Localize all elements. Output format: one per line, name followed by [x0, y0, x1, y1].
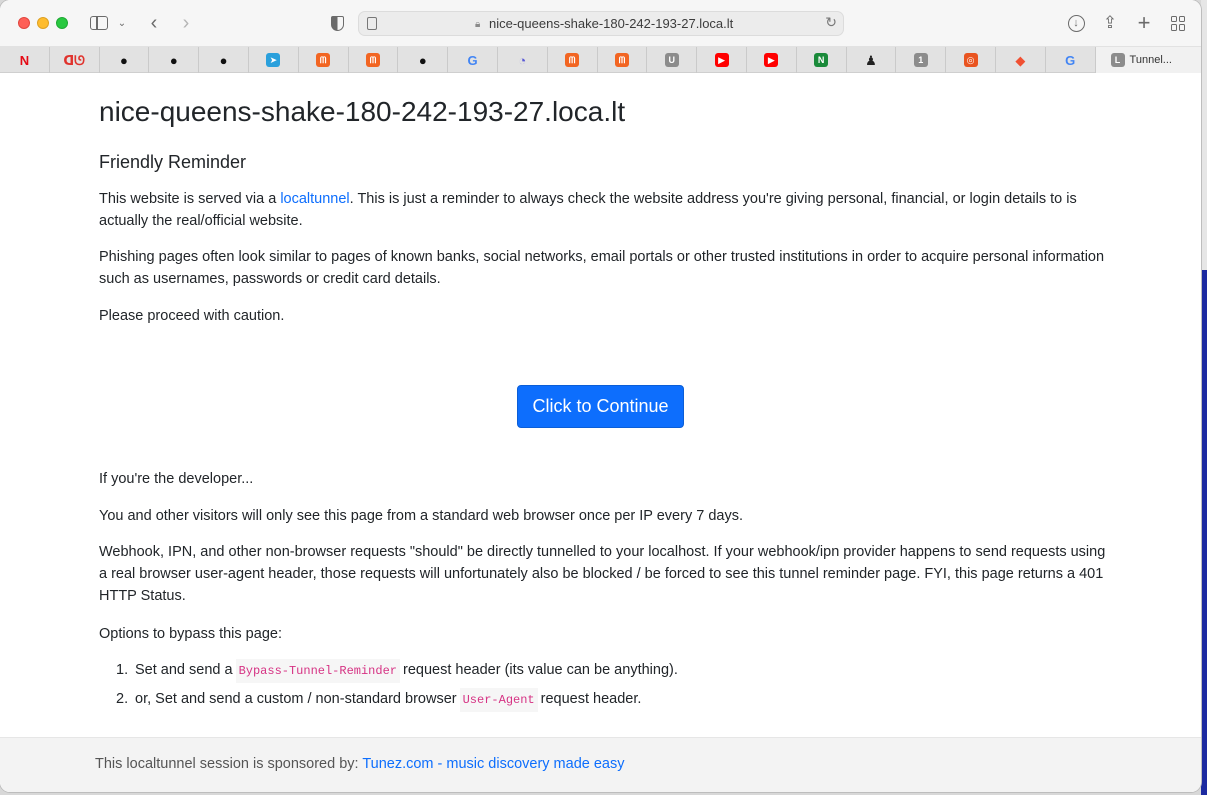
bookmark-tab[interactable]: ●: [149, 47, 200, 73]
github-icon: ●: [418, 52, 427, 68]
bookmark-tab[interactable]: ▶: [747, 47, 797, 73]
page-menu-icon[interactable]: [367, 17, 377, 30]
tab-localtunnel[interactable]: L Tunnel...: [1095, 47, 1201, 73]
footer-text: This localtunnel session is sponsored by…: [95, 756, 625, 772]
browser-window: ⌄ ‹ › 🔒︎ nice-queens-shake-180-242-193-2…: [0, 0, 1201, 792]
page-title: nice-queens-shake-180-242-193-27.loca.lt: [99, 96, 626, 127]
tab-label: Tunnel...: [1129, 54, 1172, 66]
bookmark-orange-icon: ᗰ: [614, 53, 629, 67]
bookmark-tab[interactable]: G: [1046, 47, 1096, 73]
bookmark-tab[interactable]: N: [0, 47, 50, 73]
google-icon: G: [1065, 52, 1076, 68]
bookmark-tab[interactable]: 1: [896, 47, 947, 73]
sidebar-toggle-icon[interactable]: [88, 12, 110, 34]
caution-paragraph: Please proceed with caution.: [99, 308, 285, 324]
bookmark-tab[interactable]: ▶: [697, 47, 747, 73]
bookmark-tab[interactable]: ◆: [996, 47, 1046, 73]
forward-button[interactable]: ›: [176, 12, 196, 34]
option-text: Set and send a: [135, 662, 233, 678]
github-icon: ●: [120, 52, 128, 68]
page-content: nice-queens-shake-180-242-193-27.loca.lt…: [0, 74, 1201, 792]
close-window-button[interactable]: [18, 17, 30, 29]
tab-favicon-icon: L: [1110, 53, 1125, 67]
phishing-paragraph: Phishing pages often look similar to pag…: [99, 249, 1105, 287]
bookmark-tab[interactable]: ●: [100, 47, 150, 73]
bookmark-orange-icon: ᗰ: [316, 53, 331, 67]
address-bar[interactable]: 🔒︎ nice-queens-shake-180-242-193-27.loca…: [358, 11, 844, 36]
zoom-window-button[interactable]: [56, 17, 68, 29]
intro-paragraph: This website is served via a localtunnel…: [99, 188, 1109, 232]
bookmark-tab[interactable]: ᗡᘎ: [50, 47, 100, 73]
subtitle: Friendly Reminder: [99, 152, 247, 172]
browser-toolbar: ⌄ ‹ › 🔒︎ nice-queens-shake-180-242-193-2…: [0, 0, 1201, 47]
option-text: or, Set and send a custom / non-standard…: [135, 691, 457, 707]
bookmark-tab[interactable]: G: [448, 47, 498, 73]
privacy-shield-icon[interactable]: [328, 12, 346, 34]
u-letter-icon: U: [664, 53, 679, 67]
options-heading: Options to bypass this page:: [99, 626, 282, 642]
new-tab-button[interactable]: +: [1134, 10, 1154, 35]
one-letter-icon: 1: [913, 53, 928, 67]
continue-button[interactable]: Click to Continue: [517, 385, 684, 428]
bookmark-tab[interactable]: ᗰ: [299, 47, 349, 73]
tab-bar: N ᗡᘎ ● ● ● ➤ ᗰ ᗰ ● G ◔ ᗰ ᗰ U ▶ ▶ N ♟ 1 ◎ ◆ G L Tunnel...: [0, 47, 1201, 73]
tab-overview-icon[interactable]: [1168, 12, 1188, 34]
localtunnel-link[interactable]: localtunnel: [280, 191, 349, 207]
bookmark-orange-icon: ᗰ: [365, 53, 380, 67]
bookmark-icon: ᗡᘎ: [63, 52, 85, 68]
bookmark-orange-icon: ᗰ: [565, 53, 580, 67]
desktop-background: [1201, 0, 1207, 795]
bookmark-tab[interactable]: ᗰ: [548, 47, 598, 73]
user-agent-code: User-Agent: [459, 688, 538, 712]
visitors-paragraph: You and other visitors will only see thi…: [99, 508, 743, 524]
bookmark-tab[interactable]: N: [797, 47, 847, 73]
list-item: 2. or, Set and send a custom / non-stand…: [116, 688, 1096, 717]
swirl-icon: ◔: [518, 52, 527, 68]
bookmark-tab[interactable]: ●: [398, 47, 449, 73]
intro-text: This website is served via a: [99, 191, 281, 207]
back-button[interactable]: ‹: [144, 12, 164, 34]
bookmark-tab[interactable]: ➤: [249, 47, 299, 73]
chevron-down-icon[interactable]: ⌄: [116, 12, 128, 34]
header-code: Bypass-Tunnel-Reminder: [235, 659, 400, 683]
list-item: 1. Set and send a Bypass-Tunnel-Reminder r…: [116, 659, 1096, 688]
youtube-icon: ▶: [764, 53, 779, 67]
url-text[interactable]: nice-queens-shake-180-242-193-27.loca.lt: [489, 16, 733, 31]
ubuntu-icon: ◎: [963, 53, 978, 67]
bookmark-tab[interactable]: U: [647, 47, 698, 73]
bookmark-tab[interactable]: ♟: [847, 47, 897, 73]
bookmark-tab[interactable]: ᗰ: [349, 47, 399, 73]
footer-label: This localtunnel session is sponsored by…: [95, 756, 363, 772]
telegram-icon: ➤: [266, 53, 281, 67]
option-text-rest: request header (its value can be anythin…: [403, 662, 678, 678]
share-icon[interactable]: ⇪: [1100, 12, 1120, 34]
bookmark-tab[interactable]: ●: [199, 47, 249, 73]
minimize-window-button[interactable]: [37, 17, 49, 29]
sponsor-link[interactable]: Tunez.com - music discovery made easy: [362, 756, 624, 772]
list-number: 2.: [116, 691, 129, 707]
bookmark-tab[interactable]: ᗰ: [598, 47, 648, 73]
git-icon: ◆: [1015, 52, 1026, 68]
list-number: 1.: [116, 662, 129, 678]
github-icon: ●: [169, 52, 178, 68]
github-icon: ●: [219, 52, 228, 68]
option-text-rest: request header.: [540, 691, 642, 707]
bookmark-tab[interactable]: ◔: [498, 47, 548, 73]
reload-icon[interactable]: ↻: [825, 14, 837, 31]
developer-heading: If you're the developer...: [99, 471, 254, 487]
n-hex-icon: N: [814, 53, 829, 67]
options-list: 1. Set and send a Bypass-Tunnel-Reminder r…: [116, 659, 1096, 717]
webhook-paragraph: Webhook, IPN, and other non-browser requ…: [99, 544, 1106, 604]
bookmark-tab[interactable]: ◎: [946, 47, 996, 73]
netflix-icon: N: [19, 52, 30, 68]
sponsor-footer: This localtunnel session is sponsored by…: [0, 737, 1201, 792]
downloads-icon[interactable]: ↓: [1066, 12, 1086, 34]
penguin-icon: ♟: [865, 52, 877, 68]
google-icon: G: [467, 52, 478, 68]
lock-icon: 🔒︎: [475, 19, 481, 30]
youtube-icon: ▶: [714, 53, 729, 67]
